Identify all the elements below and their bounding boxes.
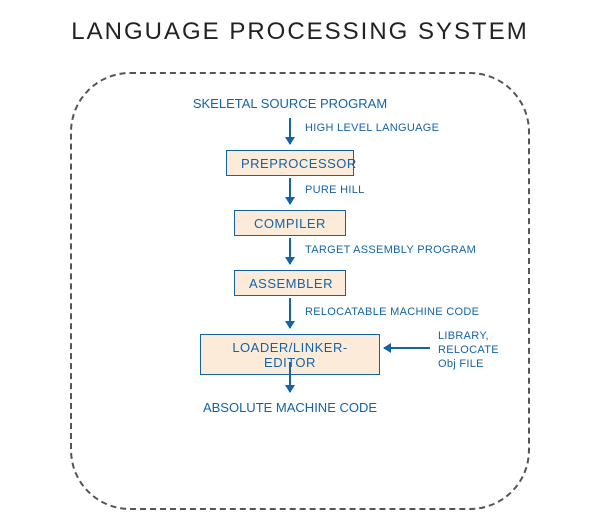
arrow-down-icon xyxy=(289,362,291,392)
arrow-down-icon xyxy=(289,238,291,264)
node-compiler: COMPILER xyxy=(234,210,346,236)
arrow-down-icon xyxy=(289,178,291,204)
arrow-down-icon xyxy=(289,118,291,144)
node-skeletal-source: SKELETAL SOURCE PROGRAM xyxy=(193,96,387,111)
node-assembler: ASSEMBLER xyxy=(234,270,346,296)
edge-label-high-level: HIGH LEVEL LANGUAGE xyxy=(305,122,439,136)
arrow-left-icon xyxy=(384,347,430,349)
node-preprocessor: PREPROCESSOR xyxy=(226,150,354,176)
edge-label-relocatable: RELOCATABLE MACHINE CODE xyxy=(305,306,479,320)
arrow-down-icon xyxy=(289,298,291,328)
edge-label-library: LIBRARY, RELOCATE Obj FILE xyxy=(438,330,499,371)
edge-label-target-assembly: TARGET ASSEMBLY PROGRAM xyxy=(305,244,476,258)
edge-label-pure-hill: PURE HILL xyxy=(305,184,365,198)
node-absolute-machine-code: ABSOLUTE MACHINE CODE xyxy=(203,400,377,415)
diagram-title: LANGUAGE PROCESSING SYSTEM xyxy=(0,18,600,46)
